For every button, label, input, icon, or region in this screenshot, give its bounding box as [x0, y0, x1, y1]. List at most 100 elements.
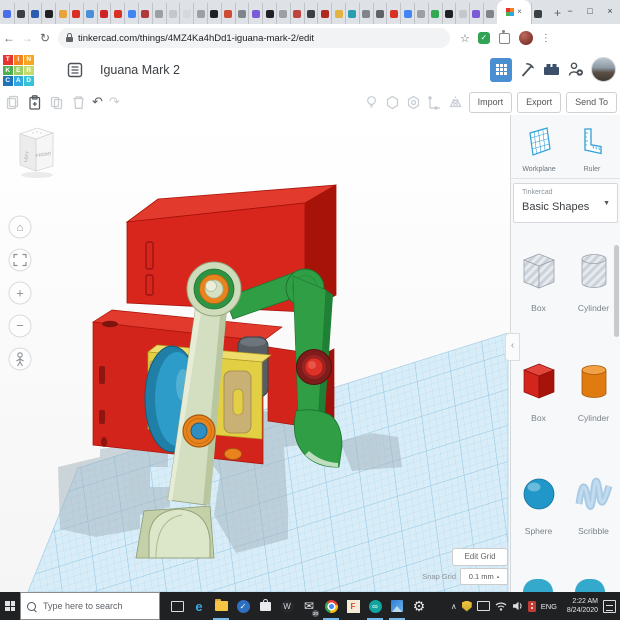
align-icon[interactable]: [427, 94, 443, 110]
shape-tile-hole-box[interactable]: Box: [514, 250, 564, 313]
model-elbow-joint[interactable]: [183, 415, 215, 447]
workplane-tool[interactable]: Workplane: [514, 125, 564, 173]
shape-library-dropdown[interactable]: Tinkercad Basic Shapes ▼: [513, 183, 618, 223]
todo-check-icon[interactable]: ✓: [232, 592, 254, 620]
wifi-icon[interactable]: [495, 601, 507, 611]
browser-tab[interactable]: [428, 3, 442, 24]
lego-brick-icon[interactable]: [543, 61, 560, 78]
browser-tab[interactable]: [442, 3, 456, 24]
shape-tile-sphere[interactable]: Sphere: [514, 473, 564, 536]
browser-tab[interactable]: [359, 3, 373, 24]
paste-icon[interactable]: [26, 94, 42, 110]
browser-tab[interactable]: [41, 3, 55, 24]
taskbar-search[interactable]: [20, 592, 160, 620]
browser-tab[interactable]: [290, 3, 304, 24]
browser-tab[interactable]: [207, 3, 221, 24]
model-orange-peg[interactable]: [225, 449, 242, 460]
tray-chevron-icon[interactable]: ∧: [451, 602, 457, 611]
browser-tab[interactable]: [331, 3, 345, 24]
edge-icon[interactable]: e: [188, 592, 210, 620]
photos-icon[interactable]: [386, 592, 408, 620]
edit-grid-button[interactable]: Edit Grid: [452, 548, 508, 566]
design-title[interactable]: Iguana Mark 2: [100, 63, 180, 77]
address-bar[interactable]: tinkercad.com/things/4MZ4Ka4hDd1-iguana-…: [58, 28, 450, 48]
window-minimize-button[interactable]: −: [560, 0, 580, 24]
blocks-grid-button[interactable]: [490, 58, 512, 82]
browser-tab[interactable]: [152, 3, 166, 24]
file-explorer-icon[interactable]: [210, 592, 232, 620]
view-cube[interactable]: LEFT FRONT: [20, 128, 53, 178]
ungroup-icon[interactable]: [406, 94, 422, 110]
zoom-in-button[interactable]: +: [9, 282, 31, 304]
browser-tab[interactable]: [469, 3, 483, 24]
delete-icon[interactable]: [70, 94, 86, 110]
action-center-icon[interactable]: [603, 600, 616, 613]
browser-tab-active[interactable]: ×: [497, 0, 531, 24]
browser-profile-avatar[interactable]: [519, 31, 533, 45]
shape-tile-box[interactable]: Box: [514, 360, 564, 423]
browser-tab[interactable]: [0, 3, 14, 24]
shape-tile-partial[interactable]: [523, 579, 553, 592]
ruler-tool[interactable]: Ruler: [567, 125, 617, 173]
usb-device-icon[interactable]: [528, 601, 536, 612]
browser-tab[interactable]: [531, 3, 545, 24]
invite-person-icon[interactable]: [567, 61, 584, 78]
group-icon[interactable]: [385, 94, 401, 110]
browser-tab[interactable]: [138, 3, 152, 24]
browser-tab[interactable]: [262, 3, 276, 24]
shape-tile-scribble[interactable]: Scribble: [569, 473, 619, 536]
undo-icon[interactable]: ↶: [92, 95, 103, 109]
settings-icon[interactable]: ⚙: [408, 592, 430, 620]
duplicate-icon[interactable]: [48, 94, 64, 110]
model-hip-joint[interactable]: [297, 350, 332, 385]
browser-tab[interactable]: [193, 3, 207, 24]
browser-tab[interactable]: [455, 3, 469, 24]
fotor-icon[interactable]: F: [342, 592, 364, 620]
task-view-icon[interactable]: [166, 592, 188, 620]
browser-tab[interactable]: [304, 3, 318, 24]
browser-tab[interactable]: [386, 3, 400, 24]
minecraft-pickaxe-icon[interactable]: [519, 61, 536, 78]
browser-tab[interactable]: [166, 3, 180, 24]
copy-icon[interactable]: [4, 94, 20, 110]
chrome-icon[interactable]: [320, 592, 342, 620]
model-front-foot[interactable]: [136, 506, 214, 558]
browser-tab[interactable]: [345, 3, 359, 24]
browser-tab[interactable]: [14, 3, 28, 24]
tab-close-icon[interactable]: ×: [517, 8, 522, 16]
loom-icon[interactable]: ∞: [364, 592, 386, 620]
shape-tile-hole-cylinder[interactable]: Cylinder: [569, 250, 619, 313]
store-icon[interactable]: [254, 592, 276, 620]
browser-tab[interactable]: [235, 3, 249, 24]
alienware-icon[interactable]: W: [276, 592, 298, 620]
home-view-button[interactable]: ⌂: [9, 216, 31, 238]
security-shield-icon[interactable]: [462, 601, 472, 612]
3d-scene[interactable]: LEFT FRONT ⌂ + −: [0, 115, 510, 592]
search-input[interactable]: [41, 600, 159, 612]
export-button[interactable]: Export: [517, 92, 561, 113]
window-maximize-button[interactable]: □: [580, 0, 600, 24]
mirror-icon[interactable]: [448, 94, 464, 110]
browser-tab[interactable]: [248, 3, 262, 24]
panel-collapse-handle[interactable]: ‹: [505, 333, 520, 361]
browser-tab[interactable]: [276, 3, 290, 24]
browser-tab[interactable]: [373, 3, 387, 24]
display-icon[interactable]: [477, 601, 490, 611]
browser-tab[interactable]: [400, 3, 414, 24]
start-button[interactable]: [0, 592, 20, 620]
extensions-puzzle-icon[interactable]: [499, 33, 510, 44]
language-indicator[interactable]: ENG: [541, 602, 557, 611]
account-avatar[interactable]: [591, 57, 616, 82]
extension-check-icon[interactable]: ✓: [478, 32, 490, 44]
design-menu-icon[interactable]: [67, 62, 83, 78]
browser-tab[interactable]: [69, 3, 83, 24]
3d-viewport[interactable]: LEFT FRONT ⌂ + −: [0, 115, 510, 592]
browser-tab[interactable]: [28, 3, 42, 24]
window-close-button[interactable]: ×: [600, 0, 620, 24]
browser-tab[interactable]: [55, 3, 69, 24]
browser-tab[interactable]: [124, 3, 138, 24]
fit-view-button[interactable]: [9, 249, 31, 271]
send-to-button[interactable]: Send To: [566, 92, 617, 113]
bookmark-star-icon[interactable]: ☆: [460, 32, 470, 45]
speaker-icon[interactable]: [512, 601, 523, 611]
